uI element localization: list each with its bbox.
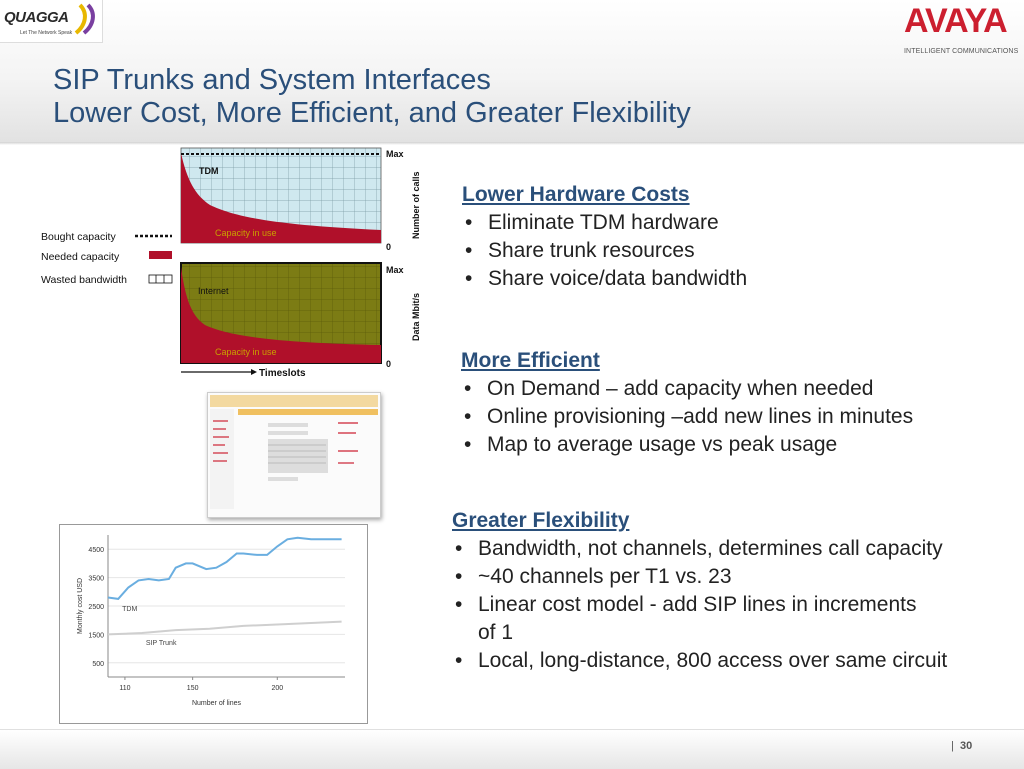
internet-max-label: Max <box>386 265 404 275</box>
bullet-item: Bandwidth, not channels, determines call… <box>452 535 978 563</box>
x-tick-label: 150 <box>187 685 199 692</box>
footer-separator: | <box>951 740 954 752</box>
bullet-list: Eliminate TDM hardware Share trunk resou… <box>462 209 747 293</box>
section-heading: More Efficient <box>461 349 600 372</box>
title-line-1: SIP Trunks and System Interfaces <box>53 64 491 96</box>
number-of-calls-label: Number of calls <box>411 171 421 239</box>
bullet-item: ~40 channels per T1 vs. 23 <box>452 563 992 591</box>
wasted-bandwidth-swatch <box>148 274 173 284</box>
legend-bought-capacity: Bought capacity <box>41 231 116 243</box>
cost-chart-svg: 500 1500 2500 3500 4500 110 150 200 TDM SIP Trunk… <box>77 535 345 707</box>
quagga-tagline: Let The Network Speak <box>20 30 73 36</box>
title-line-2: Lower Cost, More Efficient, and Greater … <box>53 97 691 129</box>
footer-band <box>0 729 1024 769</box>
quagga-logo: QUAGGA Let The Network Speak <box>0 0 103 43</box>
y-tick-label: 500 <box>92 661 104 668</box>
internet-zero-label: 0 <box>386 359 392 369</box>
series-line-tdm <box>107 536 342 600</box>
section-more-efficient: More Efficient On Demand – add capacity … <box>461 347 981 459</box>
internet-label: Internet <box>198 286 229 296</box>
bullet-item: Eliminate TDM hardware <box>462 209 747 237</box>
cost-chart: 500 1500 2500 3500 4500 110 150 200 TDM SIP Trunk… <box>59 524 368 724</box>
needed-capacity-swatch <box>149 251 172 259</box>
provisioning-screenshot-image <box>208 393 380 517</box>
section-lower-hardware-costs: Lower Hardware Costs Eliminate TDM hardw… <box>462 181 747 293</box>
bullet-item: Share voice/data bandwidth <box>462 265 747 293</box>
section-heading: Greater Flexibility <box>452 509 630 532</box>
series-line-sip-trunk <box>107 620 342 636</box>
avaya-logo: AVAYA <box>904 2 1008 40</box>
y-tick-label: 1500 <box>88 632 104 639</box>
y-axis-title: Monthly cost USD <box>77 578 84 634</box>
avaya-tagline: INTELLIGENT COMMUNICATIONS <box>904 48 1019 55</box>
series-label: SIP Trunk <box>146 640 177 647</box>
tdm-label: TDM <box>199 166 219 176</box>
section-greater-flexibility: Greater Flexibility Bandwidth, not chann… <box>452 507 992 675</box>
legend-needed-capacity: Needed capacity <box>41 251 120 263</box>
series-label: TDM <box>122 606 137 613</box>
timeslots-label: Timeslots <box>259 368 306 379</box>
bullet-item: Linear cost model - add SIP lines in inc… <box>452 591 918 647</box>
page-number-value: 30 <box>959 740 973 752</box>
data-mbits-label: Data Mbit/s <box>411 292 421 341</box>
bullet-item: Local, long-distance, 800 access over sa… <box>452 647 1008 675</box>
bullet-list: Bandwidth, not channels, determines call… <box>452 535 992 675</box>
y-tick-label: 2500 <box>88 604 104 611</box>
tdm-max-label: Max <box>386 149 404 159</box>
quagga-swirl-icon <box>74 3 95 35</box>
bullet-item: Share trunk resources <box>462 237 747 265</box>
provisioning-screenshot <box>207 392 381 518</box>
bullet-item: Online provisioning –add new lines in mi… <box>461 403 927 431</box>
bullet-list: On Demand – add capacity when needed Onl… <box>461 375 981 459</box>
x-tick-label: 200 <box>271 685 283 692</box>
x-axis-title: Number of lines <box>192 700 242 707</box>
tdm-zero-label: 0 <box>386 242 392 252</box>
quagga-logo-text: QUAGGA <box>4 9 69 26</box>
legend-wasted-bandwidth: Wasted bandwidth <box>41 274 127 286</box>
bullet-item: Map to average usage vs peak usage <box>461 431 981 459</box>
y-tick-label: 3500 <box>88 576 104 583</box>
page-number: | 30 <box>951 740 972 752</box>
tdm-capacity-label: Capacity in use <box>215 228 277 238</box>
y-tick-label: 4500 <box>88 547 104 554</box>
capacity-diagram: Bought capacity Needed capacity Wasted b… <box>35 145 430 385</box>
internet-capacity-label: Capacity in use <box>215 347 277 357</box>
x-tick-label: 110 <box>119 685 130 692</box>
slide-title: SIP Trunks and System Interfaces Lower C… <box>53 64 691 130</box>
bullet-item: On Demand – add capacity when needed <box>461 375 981 403</box>
section-heading: Lower Hardware Costs <box>462 183 690 206</box>
